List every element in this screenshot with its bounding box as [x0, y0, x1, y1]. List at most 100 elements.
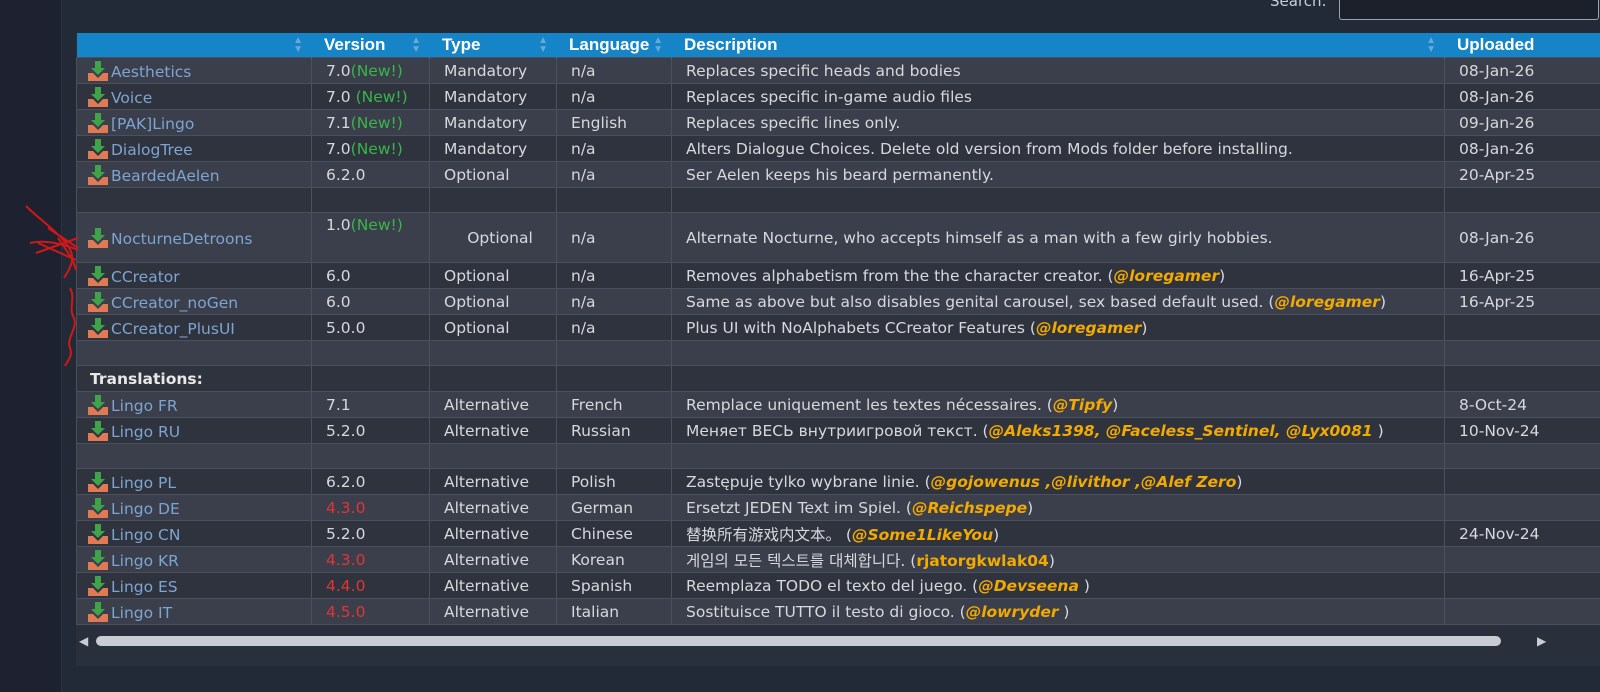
mod-link[interactable]: Lingo ES [76, 572, 312, 599]
type-cell: Alternative [429, 391, 557, 418]
mod-link[interactable]: Lingo PL [76, 468, 312, 495]
credit-link[interactable]: @Aleks1398, @Faceless_Sentinel, @Lyx0081 [989, 422, 1373, 440]
mod-link[interactable]: CCreator_noGen [76, 288, 312, 315]
language-cell: n/a [556, 83, 672, 110]
download-tray-icon[interactable] [87, 394, 109, 415]
description-cell: 게임의 모든 텍스트를 대체합니다. (rjatorgkwlak04) [671, 546, 1445, 573]
column-header-uploaded[interactable]: Uploaded [1444, 33, 1600, 58]
search-input[interactable] [1339, 0, 1599, 20]
credit-link[interactable]: @Tipfy [1053, 396, 1112, 414]
mods-table: ▲ ▼ Version ▲ ▼ Type ▲ ▼ Language ▲ ▼ Descripti… [76, 33, 1600, 625]
language-cell: Spanish [556, 572, 672, 599]
credit-link[interactable]: @Some1LikeYou [852, 526, 993, 544]
credit-link[interactable]: rjatorgkwlak04 [916, 552, 1049, 570]
mod-link[interactable]: DialogTree [76, 135, 312, 162]
download-tray-icon[interactable] [87, 420, 109, 441]
mod-link[interactable]: BeardedAelen [76, 161, 312, 188]
column-header-language[interactable]: Language ▲ ▼ [556, 33, 672, 58]
section-title: Translations: [76, 365, 312, 392]
mod-link[interactable]: Lingo IT [76, 598, 312, 625]
download-tray-icon[interactable] [87, 164, 109, 185]
credit-link[interactable]: @gojowenus ,@livithor ,@Alef Zero [931, 473, 1237, 491]
language-cell: n/a [556, 212, 672, 263]
version-cell: 6.2.0 [311, 161, 430, 188]
scroll-thumb[interactable] [96, 636, 1501, 646]
scroll-right-arrow-icon[interactable]: ▶ [1537, 634, 1546, 648]
table-row: Lingo RU 5.2.0 Alternative Russian Меняе… [76, 417, 1600, 444]
search-label: Search: [1270, 0, 1327, 10]
version-cell: 4.3.0 [311, 494, 430, 521]
mod-link[interactable]: Lingo CN [76, 520, 312, 547]
version-cell: 7.0(New!) [311, 135, 430, 162]
download-tray-icon[interactable] [87, 575, 109, 596]
type-cell: Alternative [429, 468, 557, 495]
download-tray-icon[interactable] [87, 471, 109, 492]
version-cell: 7.1(New!) [311, 109, 430, 136]
table-row: Voice 7.0 (New!) Mandatory n/a Replaces … [76, 83, 1600, 110]
download-tray-icon[interactable] [87, 497, 109, 518]
download-tray-icon[interactable] [87, 549, 109, 570]
description-cell: Zastępuje tylko wybrane linie. (@gojowen… [671, 468, 1445, 495]
language-cell: French [556, 391, 672, 418]
description-cell: Remplace uniquement les textes nécessair… [671, 391, 1445, 418]
mod-link[interactable]: CCreator_PlusUI [76, 314, 312, 341]
credit-link[interactable]: @Reichspepe [912, 499, 1027, 517]
type-cell: Optional [429, 262, 557, 289]
language-cell: Chinese [556, 520, 672, 547]
type-cell: Optional [429, 288, 557, 315]
download-tray-icon[interactable] [87, 60, 109, 81]
download-tray-icon[interactable] [87, 523, 109, 544]
column-header-description[interactable]: Description ▲ ▼ [671, 33, 1445, 58]
scroll-left-arrow-icon[interactable]: ◀ [79, 634, 88, 648]
download-tray-icon[interactable] [87, 86, 109, 107]
uploaded-cell [1444, 572, 1600, 599]
mod-link[interactable]: Lingo KR [76, 546, 312, 573]
horizontal-scrollbar[interactable]: ◀ ▶ [76, 632, 1600, 650]
download-tray-icon[interactable] [87, 601, 109, 622]
mod-link[interactable]: NocturneDetroons [76, 212, 312, 263]
mod-link[interactable]: Lingo RU [76, 417, 312, 444]
language-cell: German [556, 494, 672, 521]
mod-link[interactable]: CCreator [76, 262, 312, 289]
description-cell: Ersetzt JEDEN Text im Spiel. (@Reichspep… [671, 494, 1445, 521]
table-row: CCreator_PlusUI 5.0.0 Optional n/a Plus … [76, 314, 1600, 341]
type-cell: Alternative [429, 494, 557, 521]
mod-link[interactable]: Voice [76, 83, 312, 110]
version-cell: 4.5.0 [311, 598, 430, 625]
mod-link[interactable]: [PAK]Lingo [76, 109, 312, 136]
language-cell: Russian [556, 417, 672, 444]
column-header-name[interactable]: ▲ ▼ [76, 33, 312, 58]
uploaded-cell [1444, 468, 1600, 495]
table-row: DialogTree 7.0(New!) Mandatory n/a Alter… [76, 135, 1600, 162]
mod-link[interactable]: Lingo FR [76, 391, 312, 418]
description-cell: Replaces specific heads and bodies [671, 57, 1445, 84]
type-cell: Mandatory [429, 57, 557, 84]
mod-link[interactable]: Aesthetics [76, 57, 312, 84]
credit-link[interactable]: @loregamer [1274, 293, 1379, 311]
uploaded-cell: 16-Apr-25 [1444, 262, 1600, 289]
mod-link[interactable]: Lingo DE [76, 494, 312, 521]
description-cell: Ser Aelen keeps his beard permanently. [671, 161, 1445, 188]
column-header-type[interactable]: Type ▲ ▼ [429, 33, 557, 58]
credit-link[interactable]: @lowryder [966, 603, 1059, 621]
uploaded-cell [1444, 314, 1600, 341]
column-header-version[interactable]: Version ▲ ▼ [311, 33, 430, 58]
credit-link[interactable]: @loregamer [1036, 319, 1141, 337]
download-tray-icon[interactable] [87, 138, 109, 159]
uploaded-cell [1444, 494, 1600, 521]
credit-link[interactable]: @Devseena [978, 577, 1079, 595]
uploaded-cell: 08-Jan-26 [1444, 212, 1600, 263]
uploaded-cell: 20-Apr-25 [1444, 161, 1600, 188]
version-cell: 4.4.0 [311, 572, 430, 599]
sort-icon: ▲ ▼ [1426, 35, 1436, 55]
table-row: BeardedAelen 6.2.0 Optional n/a Ser Aele… [76, 161, 1600, 188]
table-row: Aesthetics 7.0(New!) Mandatory n/a Repla… [76, 57, 1600, 84]
download-tray-icon[interactable] [87, 112, 109, 133]
uploaded-cell: 08-Jan-26 [1444, 57, 1600, 84]
table-header-row: ▲ ▼ Version ▲ ▼ Type ▲ ▼ Language ▲ ▼ Descripti… [76, 33, 1600, 58]
sort-icon: ▲ ▼ [411, 35, 421, 55]
red-scribble-annotation [25, 205, 79, 367]
type-cell: Alternative [429, 546, 557, 573]
credit-link[interactable]: @loregamer [1114, 267, 1219, 285]
type-cell: Mandatory [429, 135, 557, 162]
